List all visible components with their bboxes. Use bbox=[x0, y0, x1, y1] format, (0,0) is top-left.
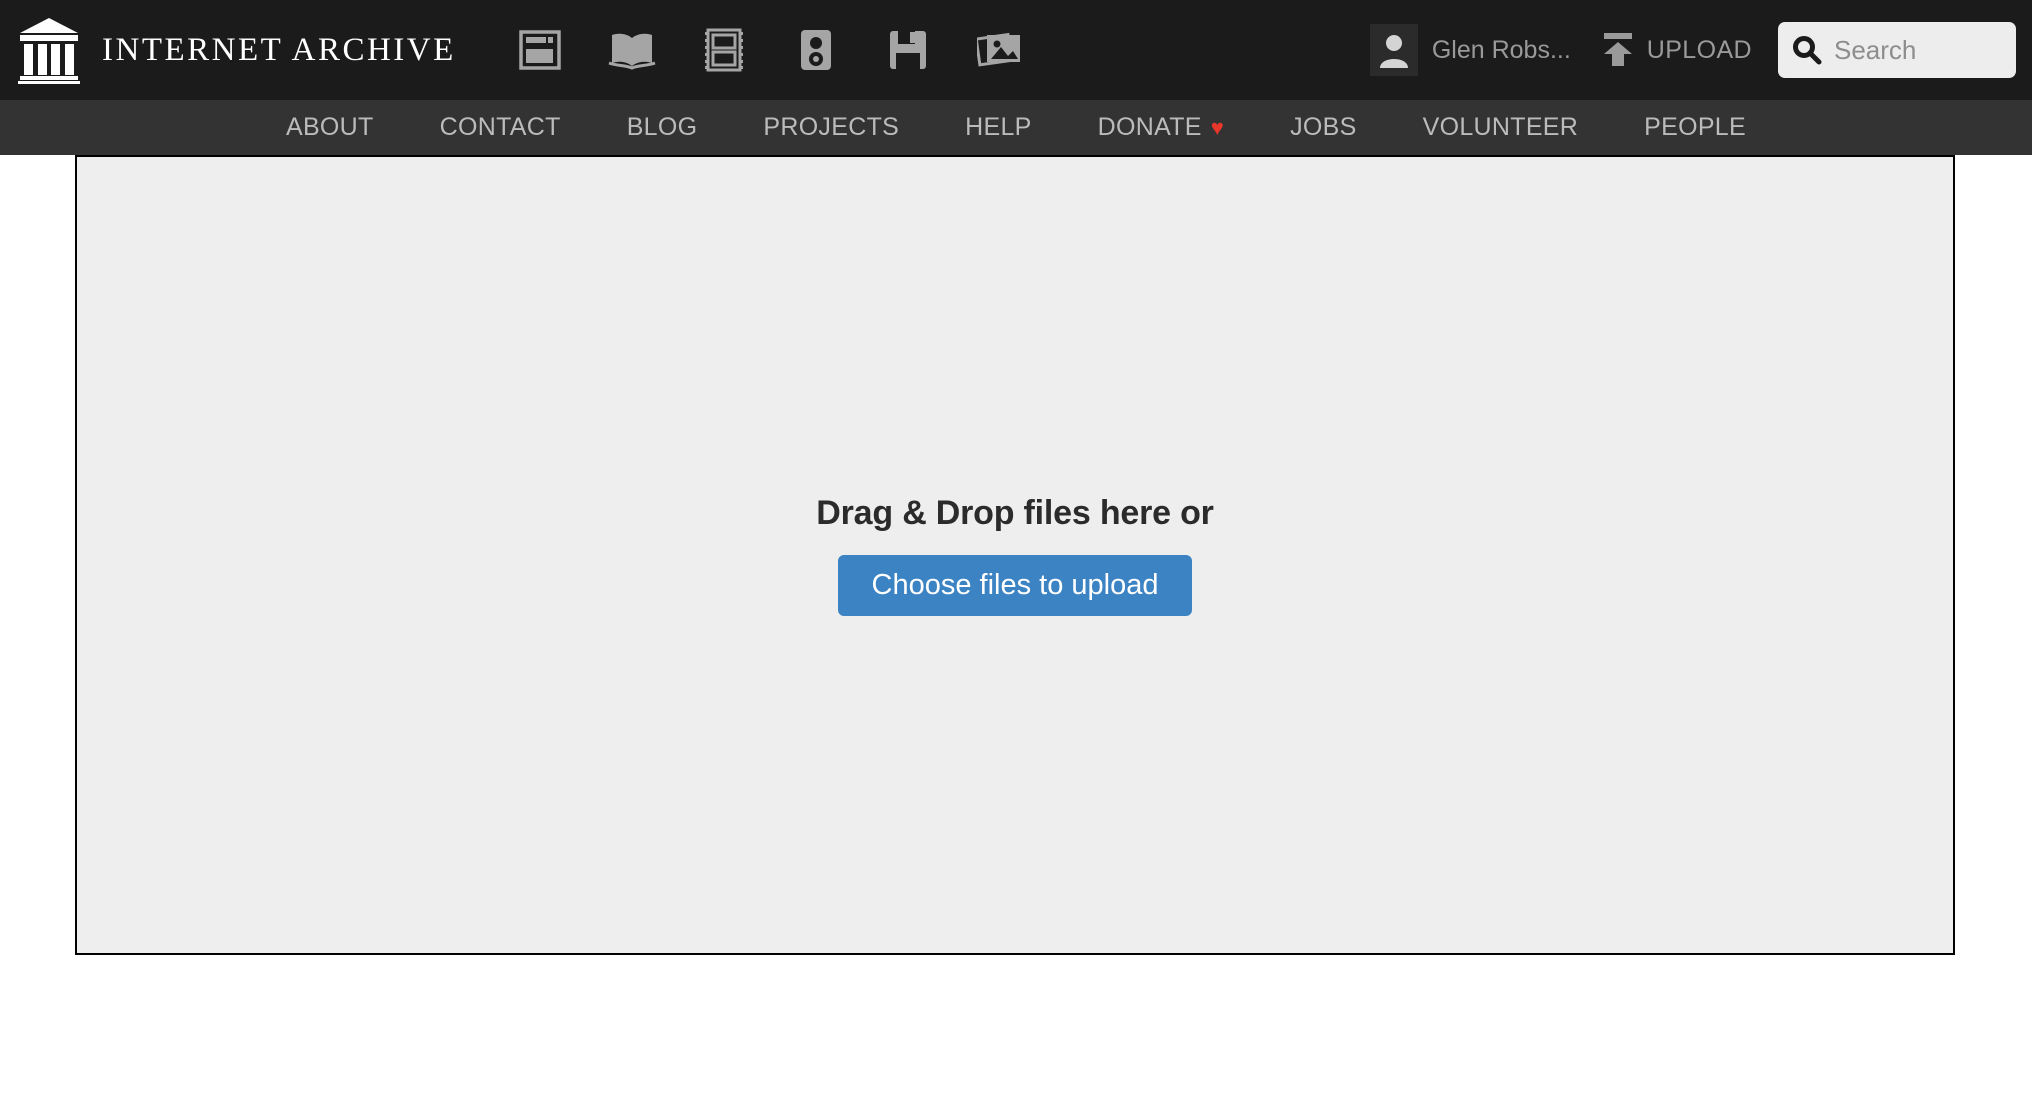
upload-arrow-icon bbox=[1603, 33, 1632, 66]
upload-button[interactable]: UPLOAD bbox=[1601, 32, 1752, 68]
nav-item-about[interactable]: ABOUT bbox=[253, 113, 407, 142]
search-placeholder: Search bbox=[1834, 34, 1917, 65]
nav-label: DONATE bbox=[1097, 113, 1202, 141]
nav-item-help[interactable]: HELP bbox=[932, 113, 1065, 142]
nav-item-people[interactable]: PEOPLE bbox=[1611, 113, 1779, 142]
avatar bbox=[1369, 24, 1418, 76]
heart-icon: ♥ bbox=[1210, 114, 1225, 140]
audio-speaker-icon[interactable] bbox=[770, 0, 862, 100]
choose-files-button[interactable]: Choose files to upload bbox=[837, 555, 1193, 616]
nav-item-contact[interactable]: CONTACT bbox=[407, 113, 594, 142]
header-right-controls: Glen Robs... UPLOAD Search bbox=[1369, 0, 2032, 100]
internet-archive-home-link[interactable]: INTERNET ARCHIVE bbox=[0, 16, 456, 84]
nav-label: ABOUT bbox=[285, 113, 374, 141]
upload-label: UPLOAD bbox=[1646, 35, 1752, 64]
site-wordmark: INTERNET ARCHIVE bbox=[102, 31, 456, 68]
video-film-icon[interactable] bbox=[678, 0, 770, 100]
nav-item-donate[interactable]: DONATE ♥ bbox=[1065, 113, 1258, 142]
username-label: Glen Robs... bbox=[1431, 35, 1571, 64]
nav-label: HELP bbox=[965, 113, 1032, 141]
nav-item-blog[interactable]: BLOG bbox=[594, 113, 731, 142]
search-icon bbox=[1793, 36, 1822, 65]
nav-item-volunteer[interactable]: VOLUNTEER bbox=[1390, 113, 1612, 142]
nav-label: BLOG bbox=[626, 113, 698, 141]
file-dropzone[interactable]: Drag & Drop files here or Choose files t… bbox=[75, 155, 1955, 955]
user-avatar-icon bbox=[1379, 35, 1408, 68]
internet-archive-pillars-icon bbox=[18, 18, 80, 84]
web-icon[interactable] bbox=[494, 0, 586, 100]
nav-label: PEOPLE bbox=[1644, 113, 1746, 141]
main-content: Drag & Drop files here or Choose files t… bbox=[0, 155, 2032, 1120]
texts-book-icon[interactable] bbox=[586, 0, 678, 100]
images-photos-icon[interactable] bbox=[954, 0, 1046, 100]
nav-label: VOLUNTEER bbox=[1422, 113, 1579, 141]
software-floppy-icon[interactable] bbox=[862, 0, 954, 100]
nav-item-jobs[interactable]: JOBS bbox=[1257, 113, 1390, 142]
nav-label: JOBS bbox=[1290, 113, 1357, 141]
site-header: INTERNET ARCHIVE Glen Robs... UPLOAD Sea… bbox=[0, 0, 2032, 100]
nav-label: PROJECTS bbox=[763, 113, 900, 141]
media-type-icon-row bbox=[494, 0, 1046, 100]
dropzone-heading: Drag & Drop files here or bbox=[816, 494, 1214, 532]
nav-label: CONTACT bbox=[439, 113, 561, 141]
main-navigation: ABOUT CONTACT BLOG PROJECTS HELP DONATE … bbox=[0, 100, 2032, 155]
user-account-button[interactable]: Glen Robs... bbox=[1369, 0, 1571, 100]
search-input[interactable]: Search bbox=[1778, 22, 2016, 78]
nav-item-projects[interactable]: PROJECTS bbox=[730, 113, 932, 142]
